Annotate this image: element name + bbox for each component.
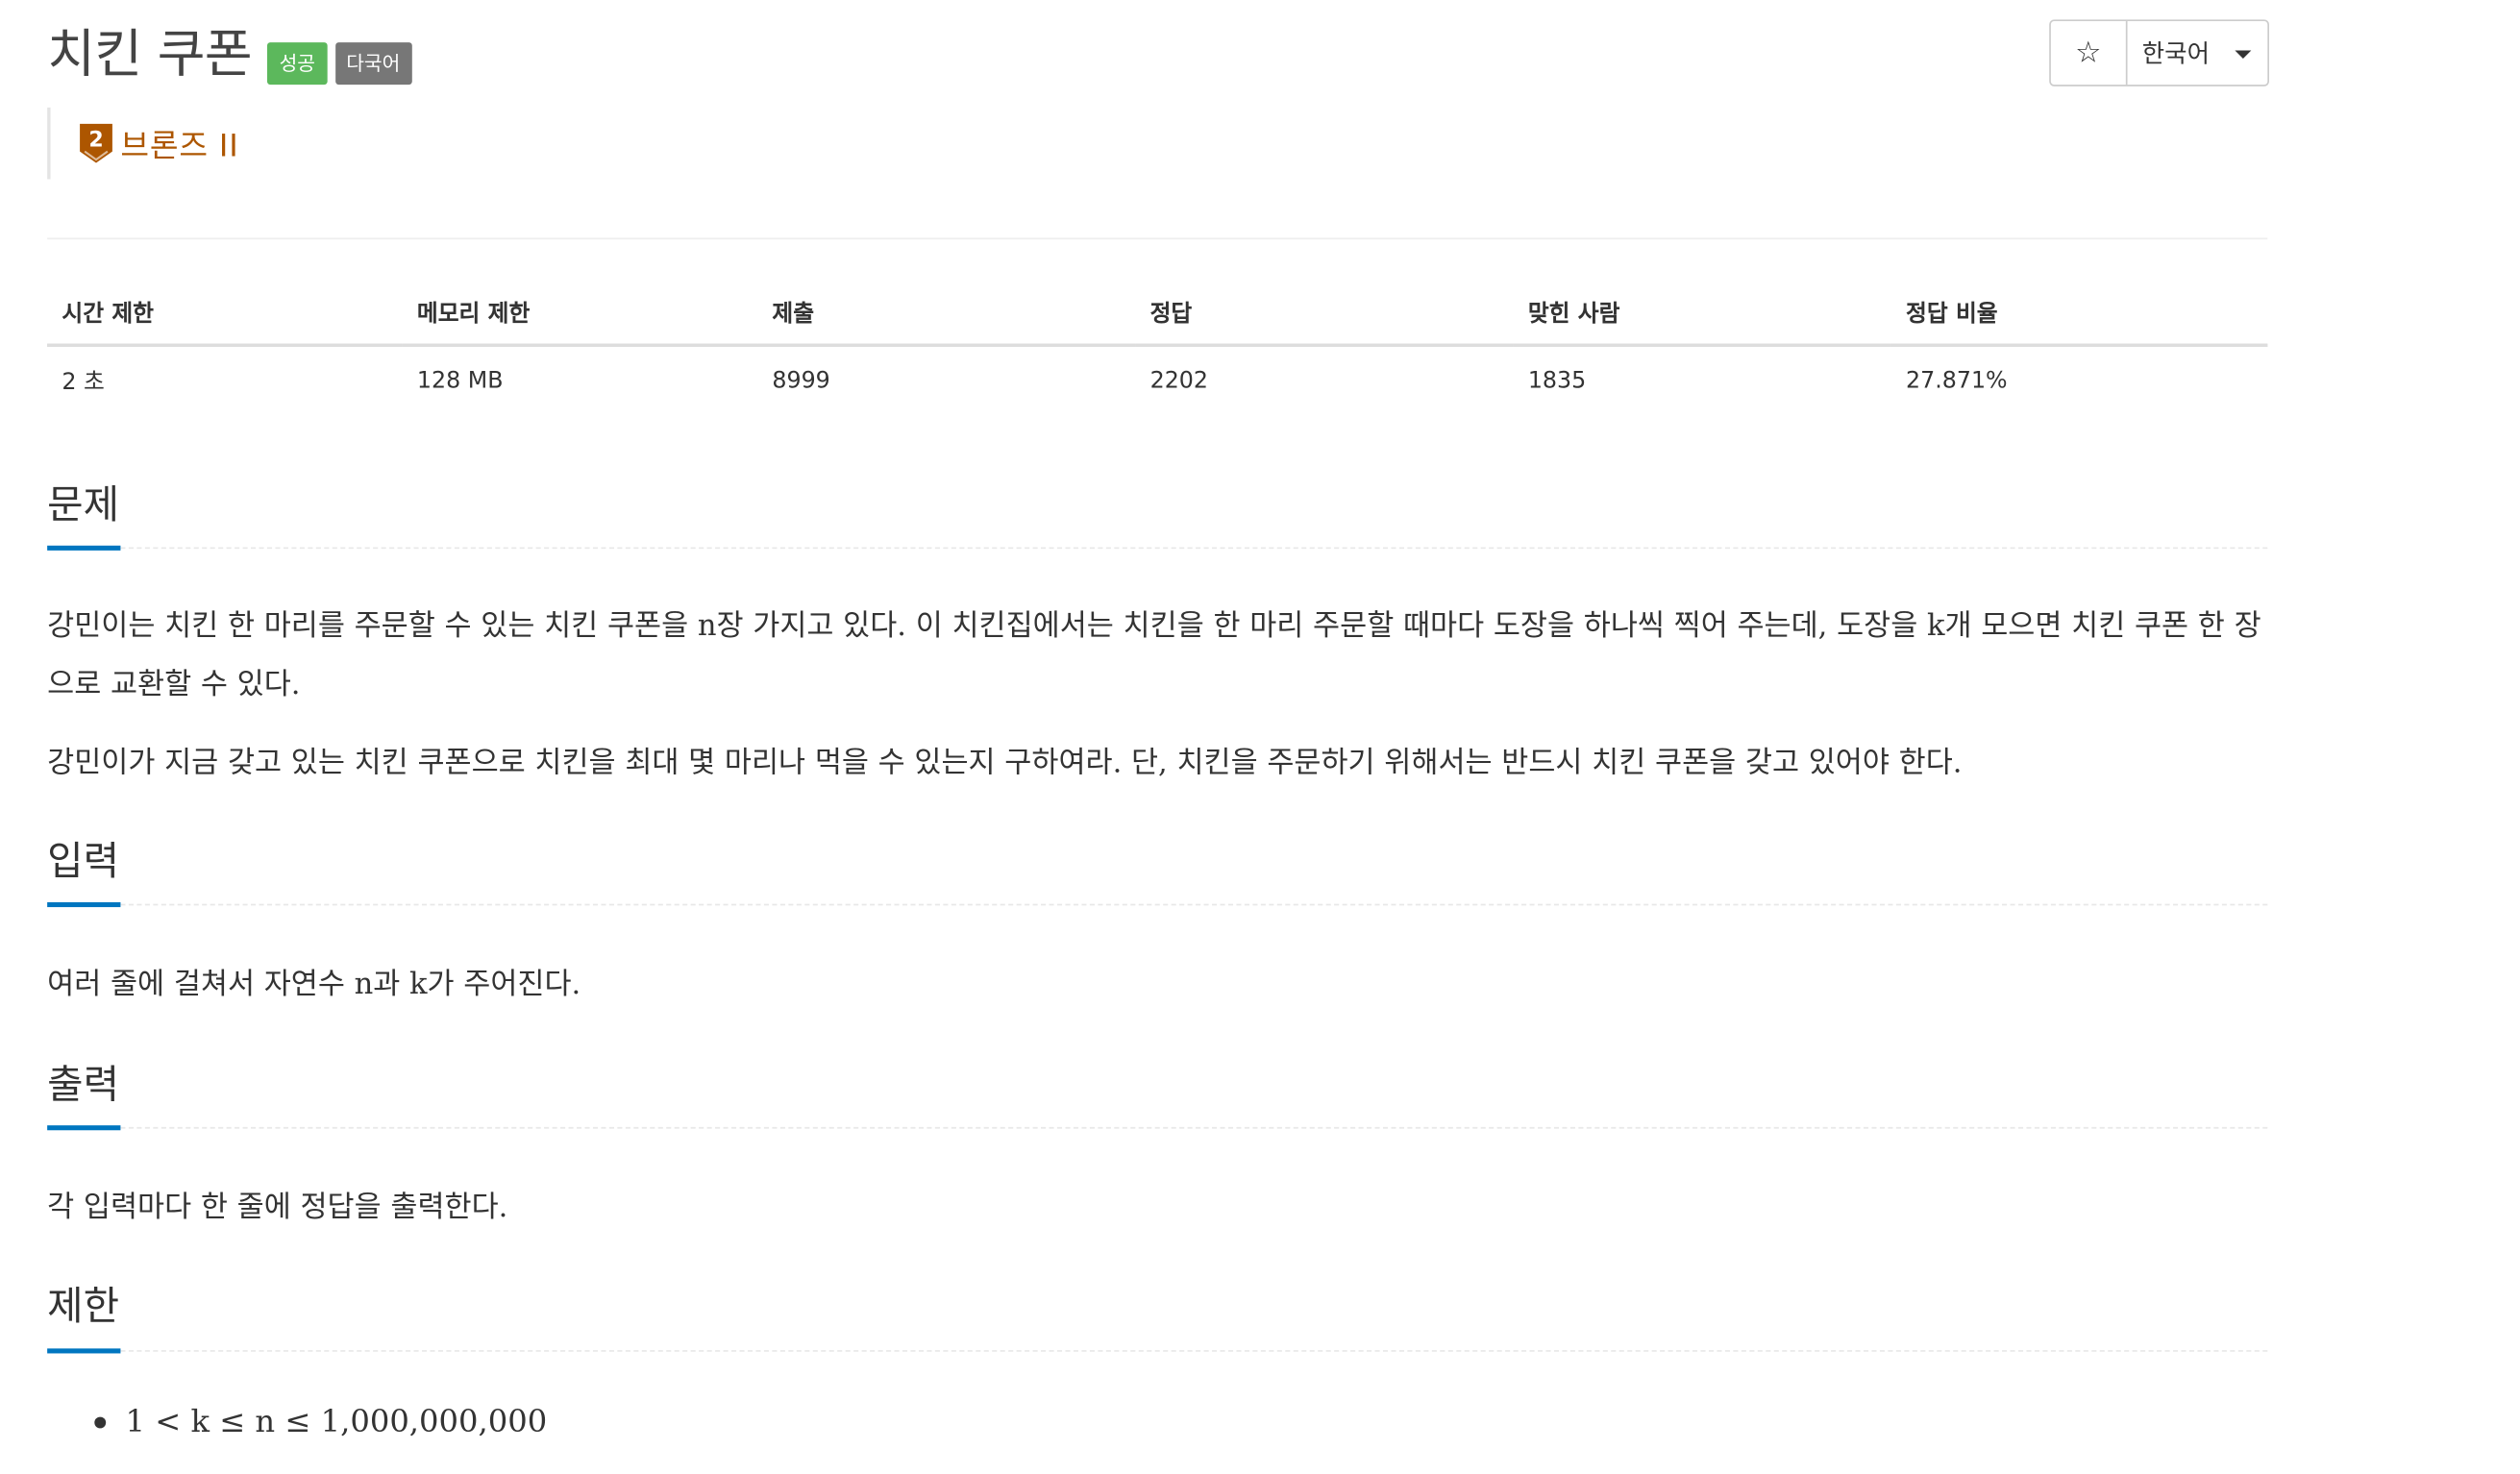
header-ratio: 정답 비율: [1890, 280, 2268, 348]
cell-submissions[interactable]: 8999: [757, 345, 1135, 415]
cell-accepted[interactable]: 2202: [1135, 345, 1513, 415]
section-underline: [47, 901, 121, 908]
output-description: 각 입력마다 한 줄에 정답을 출력한다.: [47, 1190, 508, 1225]
cell-solvers[interactable]: 1835: [1514, 345, 1891, 415]
table-header-row: 시간 제한 메모리 제한 제출 정답 맞힌 사람 정답 비율: [47, 280, 2268, 348]
section-divider: [47, 547, 2268, 550]
cell-memory-limit: 128 MB: [416, 368, 504, 395]
tier-label[interactable]: 브론즈 II: [120, 121, 238, 165]
problem-title: 치킨 쿠폰: [47, 22, 252, 86]
table-row: 2 초 128 MB 8999 2202 1835 27.871%: [47, 345, 2267, 415]
bullet-icon: [94, 1415, 107, 1428]
tier-block: 2 브론즈 II: [47, 107, 238, 180]
header-time-limit: 시간 제한: [47, 280, 403, 348]
problem-paragraph-2: 강민이가 지금 갖고 있는 치킨 쿠폰으로 치킨을 최대 몇 마리나 먹을 수 …: [47, 746, 1963, 780]
problem-info-table: 시간 제한 메모리 제한 제출 정답 맞힌 사람 정답 비율 2 초 128 M…: [47, 280, 2268, 416]
limit-item-text: 1 < k ≤ n ≤ 1,000,000,000: [125, 1404, 548, 1440]
star-icon[interactable]: ☆: [2051, 21, 2128, 86]
header-accepted: 정답: [1135, 280, 1514, 348]
divider: [47, 237, 2268, 240]
problem-paragraph-1: 강민이는 치킨 한 마리를 주문할 수 있는 치킨 쿠폰을 n장 가지고 있다.…: [47, 608, 2261, 702]
list-item: 1 < k ≤ n ≤ 1,000,000,000: [94, 1404, 547, 1439]
section-underline: [47, 1348, 121, 1354]
section-heading-output: 출력: [47, 1062, 120, 1108]
header-solvers: 맞힌 사람: [1513, 280, 1891, 348]
header-submissions: 제출: [757, 280, 1136, 348]
section-divider: [47, 1126, 2268, 1129]
cell-time-limit: 2 초: [62, 369, 105, 396]
section-heading-limit: 제한: [47, 1283, 120, 1330]
tier-number: 2: [88, 129, 103, 153]
caret-down-icon: [2235, 50, 2252, 60]
section-underline: [47, 1125, 121, 1131]
language-dropdown[interactable]: 한국어: [2128, 21, 2268, 85]
language-label: 한국어: [2141, 38, 2210, 69]
section-underline: [47, 545, 121, 551]
section-divider: [47, 1350, 2268, 1352]
section-divider: [47, 903, 2268, 906]
cell-ratio: 27.871%: [1906, 368, 2008, 395]
input-description: 여러 줄에 걸쳐서 자연수 n과 k가 주어진다.: [47, 967, 581, 1002]
multilang-badge[interactable]: 다국어: [334, 42, 412, 86]
section-heading-problem: 문제: [47, 481, 120, 528]
bronze-tier-icon: 2: [80, 123, 112, 163]
success-badge[interactable]: 성공: [267, 42, 327, 86]
header-memory-limit: 메모리 제한: [402, 280, 758, 348]
section-heading-input: 입력: [47, 838, 120, 885]
toolbar-group: ☆ 한국어: [2049, 19, 2269, 86]
